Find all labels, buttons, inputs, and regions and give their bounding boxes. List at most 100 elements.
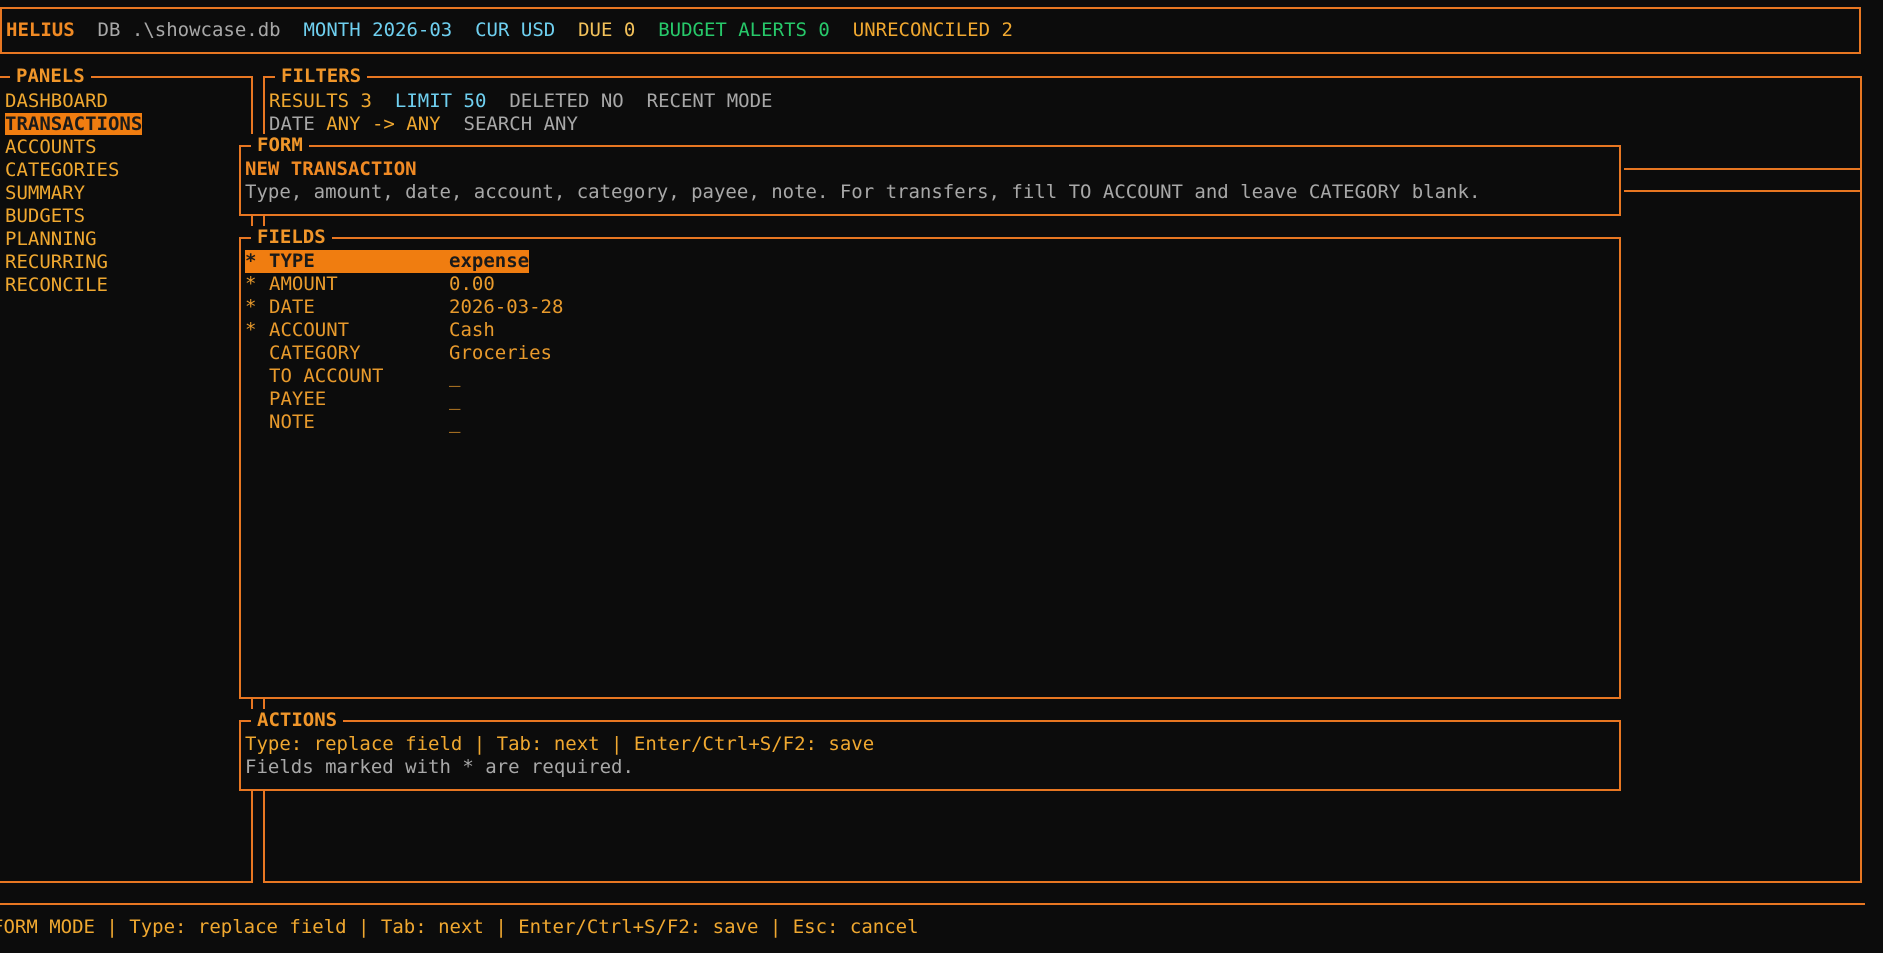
field-value[interactable]: _ bbox=[449, 411, 460, 434]
status-bar: FORM MODE | Type: replace field | Tab: n… bbox=[0, 916, 919, 938]
app-name: HELIUS bbox=[6, 19, 75, 41]
frame-edge-right-top bbox=[263, 76, 265, 134]
filters-row-2: DATE ANY -> ANY SEARCH ANY bbox=[269, 113, 578, 136]
date-label: DATE bbox=[269, 113, 315, 135]
required-marker: * bbox=[245, 319, 257, 341]
sidebar-item-budgets[interactable]: BUDGETS bbox=[5, 205, 142, 228]
sidebar-item-recurring[interactable]: RECURRING bbox=[5, 251, 142, 274]
limit-value: 50 bbox=[463, 90, 487, 112]
required-marker: * bbox=[245, 296, 257, 318]
sidebar-item-label: RECONCILE bbox=[5, 274, 108, 296]
budget-alerts-label: BUDGET ALERTS bbox=[658, 19, 807, 41]
filters-title: FILTERS bbox=[275, 65, 368, 88]
form-description: Type, amount, date, account, category, p… bbox=[245, 181, 1481, 203]
actions-hint: Type: replace field | Tab: next | Enter/… bbox=[245, 733, 875, 755]
field-row-amount[interactable]: * AMOUNT 0.00 bbox=[245, 273, 563, 296]
header-content: HELIUS DB .\showcase.db MONTH 2026-03 CU… bbox=[6, 19, 1013, 42]
list-top-divider bbox=[1624, 190, 1862, 192]
field-row-note[interactable]: NOTE _ bbox=[245, 411, 563, 434]
required-marker bbox=[245, 342, 269, 365]
header-bar: HELIUS DB .\showcase.db MONTH 2026-03 CU… bbox=[0, 7, 1861, 54]
sidebar-item-label: PLANNING bbox=[5, 228, 97, 250]
frame-edge-right bbox=[263, 802, 265, 883]
form-heading: NEW TRANSACTION bbox=[245, 158, 417, 180]
sidebar-item-label: DASHBOARD bbox=[5, 90, 108, 112]
budget-alerts-value: 0 bbox=[818, 19, 830, 41]
field-name: NOTE bbox=[269, 411, 315, 433]
sidebar-item-label: BUDGETS bbox=[5, 205, 86, 227]
due-label: DUE bbox=[578, 19, 613, 41]
required-marker bbox=[245, 365, 269, 388]
field-value[interactable]: _ bbox=[449, 365, 460, 388]
actions-box: ACTIONS Type: replace field | Tab: next … bbox=[239, 709, 1621, 791]
panels-title: PANELS bbox=[10, 65, 91, 88]
currency-value: USD bbox=[520, 19, 556, 41]
db-label: DB bbox=[97, 19, 121, 41]
sidebar-item-reconcile[interactable]: RECONCILE bbox=[5, 274, 142, 297]
required-marker bbox=[245, 388, 269, 411]
frame-edge-left-top bbox=[251, 76, 253, 134]
sidebar-item-transactions[interactable]: TRANSACTIONS bbox=[5, 113, 143, 136]
field-value[interactable]: 0.00 bbox=[449, 273, 495, 296]
status-divider bbox=[0, 903, 1865, 905]
month-value: 2026-03 bbox=[372, 19, 453, 41]
recent-label: RECENT bbox=[646, 90, 716, 112]
deleted-value: NO bbox=[600, 90, 624, 112]
required-marker: * bbox=[245, 273, 257, 295]
sidebar-item-categories[interactable]: CATEGORIES bbox=[5, 159, 142, 182]
deleted-label: DELETED bbox=[509, 90, 590, 112]
field-row-payee[interactable]: PAYEE _ bbox=[245, 388, 563, 411]
field-value[interactable]: 2026-03-28 bbox=[449, 296, 563, 319]
field-name: TYPE bbox=[269, 250, 315, 272]
search-label: SEARCH bbox=[463, 113, 533, 135]
field-name: CATEGORY bbox=[269, 342, 361, 364]
sidebar-item-label: CATEGORIES bbox=[5, 159, 120, 181]
panels-sidebar: PANELS DASHBOARD TRANSACTIONS ACCOUNTS CATE… bbox=[0, 65, 253, 883]
sidebar-item-dashboard[interactable]: DASHBOARD bbox=[5, 90, 142, 113]
field-row-type[interactable]: * TYPE expense bbox=[245, 250, 563, 273]
results-label: RESULTS bbox=[269, 90, 350, 112]
field-row-to-account[interactable]: TO ACCOUNT _ bbox=[245, 365, 563, 388]
field-value[interactable]: expense bbox=[449, 250, 529, 273]
fields-box: FIELDS * TYPE expense * AMOUNT 0.00 * DATE 2026-… bbox=[239, 226, 1621, 699]
sidebar-item-accounts[interactable]: ACCOUNTS bbox=[5, 136, 142, 159]
sidebar-item-summary[interactable]: SUMMARY bbox=[5, 182, 142, 205]
field-value[interactable]: Cash bbox=[449, 319, 495, 342]
filters-divider bbox=[1624, 168, 1862, 170]
panels-list: DASHBOARD TRANSACTIONS ACCOUNTS CATEGORIES S… bbox=[5, 90, 143, 297]
month-label: MONTH bbox=[303, 19, 361, 41]
field-name: AMOUNT bbox=[269, 273, 338, 295]
actions-note: Fields marked with * are required. bbox=[245, 756, 634, 778]
sidebar-item-label: ACCOUNTS bbox=[5, 136, 97, 158]
fields-title: FIELDS bbox=[251, 226, 332, 249]
sidebar-item-label: SUMMARY bbox=[5, 182, 86, 204]
field-value[interactable]: Groceries bbox=[449, 342, 552, 365]
results-value: 3 bbox=[360, 90, 372, 112]
search-value: ANY bbox=[543, 113, 578, 135]
field-name: PAYEE bbox=[269, 388, 327, 410]
due-value: 0 bbox=[623, 19, 636, 41]
unreconciled-label: UNRECONCILED bbox=[852, 19, 991, 41]
unreconciled-value: 2 bbox=[1001, 19, 1013, 41]
field-name: ACCOUNT bbox=[269, 319, 350, 341]
field-row-category[interactable]: CATEGORY Groceries bbox=[245, 342, 563, 365]
required-marker bbox=[245, 411, 269, 434]
actions-title: ACTIONS bbox=[251, 709, 344, 732]
field-row-date[interactable]: * DATE 2026-03-28 bbox=[245, 296, 563, 319]
date-value: ANY -> ANY bbox=[326, 113, 441, 135]
limit-label: LIMIT bbox=[394, 90, 453, 112]
sidebar-item-label: RECURRING bbox=[5, 251, 108, 273]
field-name: TO ACCOUNT bbox=[269, 365, 384, 387]
frame-edge-left bbox=[251, 802, 253, 883]
sidebar-item-planning[interactable]: PLANNING bbox=[5, 228, 142, 251]
fields-list: * TYPE expense * AMOUNT 0.00 * DATE 2026-03-28 * A… bbox=[245, 250, 563, 434]
db-path: .\showcase.db bbox=[131, 19, 281, 41]
required-marker: * bbox=[245, 250, 257, 272]
sidebar-item-label: TRANSACTIONS bbox=[5, 113, 143, 135]
form-box: FORM NEW TRANSACTION Type, amount, date,… bbox=[239, 134, 1621, 216]
field-name: DATE bbox=[269, 296, 315, 318]
currency-label: CUR bbox=[475, 19, 510, 41]
field-value[interactable]: _ bbox=[449, 388, 460, 411]
form-title: FORM bbox=[251, 134, 309, 157]
field-row-account[interactable]: * ACCOUNT Cash bbox=[245, 319, 563, 342]
